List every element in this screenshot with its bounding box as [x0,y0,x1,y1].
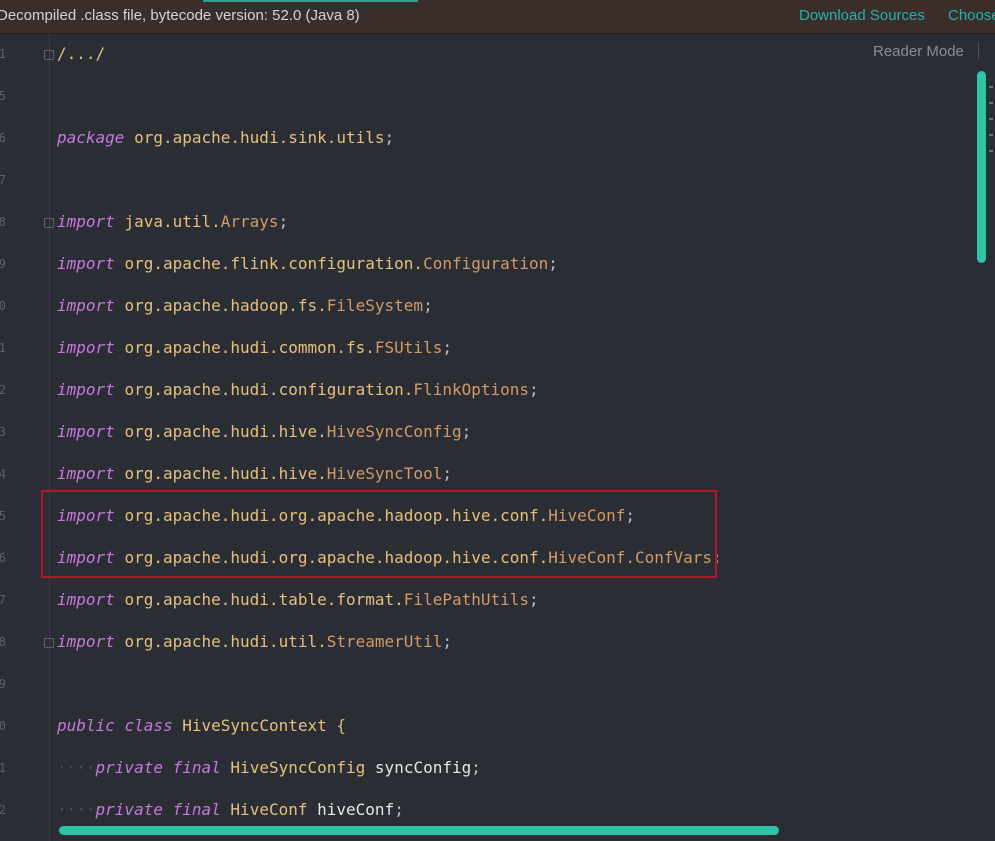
class-name: HiveSyncContext [182,716,327,735]
import-line: import org.apache.hudi.table.format.File… [57,590,539,609]
import-line: import org.apache.hudi.configuration.Fli… [57,380,539,399]
import-line: import org.apache.flink.configuration.Co… [57,254,558,273]
line-number: 6 [0,551,6,565]
choose-sources-link[interactable]: Choose [948,7,995,24]
line-number: 7 [0,173,6,187]
toolbar-divider [978,42,979,60]
reader-mode-button[interactable]: Reader Mode [873,43,964,60]
line-number: 0 [0,719,6,733]
line-number: 6 [0,131,6,145]
line-number: 5 [0,509,6,523]
line-number: 3 [0,425,6,439]
fold-toggle-icon[interactable] [44,638,54,648]
import-line: import java.util.Arrays; [57,212,289,231]
keyword: package [57,128,125,147]
folded-header[interactable]: /.../ [57,44,105,63]
line-number: 1 [0,47,6,61]
vertical-scrollbar[interactable] [977,71,986,263]
line-number: 5 [0,89,6,103]
line-number: 2 [0,383,6,397]
fold-toggle-icon[interactable] [44,218,54,228]
import-line: import org.apache.hudi.org.apache.hadoop… [57,548,722,567]
class-declaration: public class HiveSyncContext { [57,716,347,735]
line-number: 7 [0,593,6,607]
line-number: 0 [0,299,6,313]
line-number: 9 [0,677,6,691]
banner-message: Decompiled .class file, bytecode version… [0,7,360,24]
code-editor[interactable]: 1 5 6 7 8 9 0 1 2 3 4 5 6 7 8 9 0 1 2 /.… [0,34,995,841]
horizontal-scrollbar[interactable] [59,826,779,835]
import-line: import org.apache.hadoop.fs.FileSystem; [57,296,433,315]
line-number: 1 [0,341,6,355]
import-line: import org.apache.hudi.util.StreamerUtil… [57,632,452,651]
line-number: 8 [0,215,6,229]
line-number: 4 [0,467,6,481]
field-line: ····private final HiveSyncConfig syncCon… [57,758,481,777]
active-tab-indicator [203,0,418,2]
import-line: import org.apache.hudi.org.apache.hadoop… [57,506,635,525]
line-number: 8 [0,635,6,649]
field-line: ····private final HiveConf hiveConf; [57,800,404,819]
decompiled-banner: Decompiled .class file, bytecode version… [0,0,995,34]
line-number: 9 [0,257,6,271]
error-stripe [989,72,995,242]
code-line: package org.apache.hudi.sink.utils; [57,128,395,147]
line-number: 1 [0,761,6,775]
package-name: org.apache.hudi.sink.utils [134,128,385,147]
import-line: import org.apache.hudi.hive.HiveSyncConf… [57,422,472,441]
line-number: 2 [0,803,6,817]
import-line: import org.apache.hudi.common.fs.FSUtils… [57,338,452,357]
code-line: /.../ [57,44,105,63]
gutter-divider [49,34,50,841]
fold-toggle-icon[interactable] [44,50,54,60]
import-line: import org.apache.hudi.hive.HiveSyncTool… [57,464,452,483]
download-sources-link[interactable]: Download Sources [799,7,925,24]
